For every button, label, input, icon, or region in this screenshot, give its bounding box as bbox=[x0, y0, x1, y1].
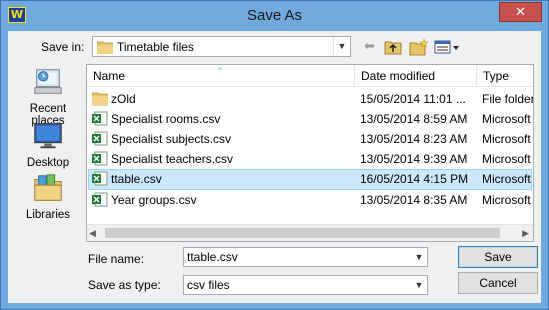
place-desktop[interactable]: Desktop bbox=[12, 120, 84, 169]
up-folder-icon[interactable] bbox=[384, 38, 402, 56]
place-label: Desktop bbox=[26, 157, 70, 169]
new-folder-icon[interactable] bbox=[409, 38, 429, 56]
list-item[interactable]: zOld 15/05/2014 11:01 ... File folder bbox=[88, 89, 534, 109]
scroll-right-icon[interactable]: ▶ bbox=[522, 228, 529, 239]
place-label: Libraries bbox=[25, 209, 71, 221]
file-name-value[interactable]: ttable.csv bbox=[187, 250, 238, 264]
file-date: 16/05/2014 4:15 PM bbox=[360, 172, 469, 186]
scrollbar-thumb[interactable] bbox=[105, 228, 500, 238]
list-item-selected[interactable]: ttable.csv 16/05/2014 4:15 PM Microsoft bbox=[88, 169, 532, 190]
libraries-icon bbox=[34, 174, 62, 201]
save-as-type-value: csv files bbox=[187, 278, 230, 292]
column-label: Name bbox=[93, 69, 126, 83]
file-name: zOld bbox=[111, 91, 136, 106]
sort-up-icon: ^ bbox=[218, 66, 222, 75]
file-date: 13/05/2014 8:59 AM bbox=[360, 112, 468, 126]
column-header-name[interactable]: Name ^ bbox=[87, 65, 355, 87]
list-item[interactable]: Specialist subjects.csv 13/05/2014 8:23 … bbox=[88, 129, 532, 149]
file-date: 13/05/2014 8:35 AM bbox=[360, 193, 468, 207]
file-type: Microsoft bbox=[482, 152, 531, 166]
dialog-body: Save in: Timetable files ▼ ⬅ Recent plac… bbox=[8, 31, 541, 303]
file-list[interactable]: Name ^ Date modified Type zOld 15/05/201… bbox=[86, 64, 534, 242]
file-name: Specialist rooms.csv bbox=[111, 111, 221, 126]
list-item[interactable]: Specialist rooms.csv 13/05/2014 8:59 AM … bbox=[88, 109, 532, 129]
chevron-down-icon[interactable]: ▼ bbox=[411, 276, 427, 294]
column-header-type[interactable]: Type bbox=[477, 65, 533, 87]
view-menu-icon[interactable] bbox=[434, 38, 460, 56]
list-item[interactable]: Year groups.csv 13/05/2014 8:35 AM Micro… bbox=[88, 190, 532, 210]
column-header-date[interactable]: Date modified bbox=[355, 65, 477, 87]
excel-icon bbox=[92, 171, 108, 186]
place-recent-places[interactable]: Recent places bbox=[12, 66, 84, 127]
app-icon[interactable]: W bbox=[8, 7, 26, 23]
excel-icon bbox=[92, 131, 108, 146]
places-bar: Recent places Desktop Libraries bbox=[12, 64, 84, 250]
file-name-label: File name: bbox=[88, 252, 145, 266]
save-as-type-combobox[interactable]: csv files ▼ bbox=[183, 275, 428, 295]
file-type: Microsoft bbox=[482, 112, 531, 126]
excel-icon bbox=[92, 111, 108, 126]
place-libraries[interactable]: Libraries bbox=[12, 172, 84, 221]
save-as-type-label: Save as type: bbox=[88, 278, 161, 292]
file-type: File folder bbox=[482, 92, 534, 106]
file-name: Specialist teachers.csv bbox=[111, 151, 234, 166]
excel-icon bbox=[92, 192, 108, 207]
folder-icon bbox=[97, 41, 113, 54]
file-type: Microsoft bbox=[482, 172, 531, 186]
list-item[interactable]: Specialist teachers.csv 13/05/2014 9:39 … bbox=[88, 149, 532, 169]
close-button[interactable]: ✕ bbox=[499, 2, 542, 22]
cancel-button[interactable]: Cancel bbox=[458, 272, 538, 294]
scroll-left-icon[interactable]: ◀ bbox=[89, 228, 96, 239]
file-date: 15/05/2014 11:01 ... bbox=[360, 92, 466, 106]
file-name: ttable.csv bbox=[111, 171, 162, 186]
desktop-icon bbox=[34, 123, 62, 149]
save-as-dialog: Save As W ✕ Save in: Timetable files ▼ ⬅ bbox=[0, 0, 549, 310]
file-date: 13/05/2014 9:39 AM bbox=[360, 152, 468, 166]
window-title: Save As bbox=[246, 7, 303, 24]
column-header-row: Name ^ Date modified Type bbox=[87, 65, 533, 87]
file-type: Microsoft bbox=[482, 193, 531, 207]
title-bar[interactable]: Save As W ✕ bbox=[1, 1, 548, 31]
chevron-down-icon[interactable]: ▼ bbox=[333, 37, 350, 56]
file-type: Microsoft bbox=[482, 132, 531, 146]
folder-icon bbox=[92, 92, 108, 106]
save-in-label: Save in: bbox=[41, 40, 85, 54]
excel-icon bbox=[92, 151, 108, 166]
save-button[interactable]: Save bbox=[458, 246, 538, 268]
horizontal-scrollbar[interactable]: ◀ ▶ bbox=[87, 224, 533, 241]
save-in-value: Timetable files bbox=[117, 40, 194, 54]
file-date: 13/05/2014 8:23 AM bbox=[360, 132, 468, 146]
file-name-combobox[interactable]: ttable.csv ▼ bbox=[183, 247, 428, 267]
back-arrow-icon[interactable]: ⬅ bbox=[364, 38, 380, 56]
file-name: Specialist subjects.csv bbox=[111, 131, 232, 146]
save-in-combobox[interactable]: Timetable files ▼ bbox=[92, 36, 351, 57]
chevron-down-icon[interactable]: ▼ bbox=[411, 248, 427, 266]
file-name: Year groups.csv bbox=[111, 192, 197, 207]
recent-places-icon bbox=[34, 69, 62, 94]
